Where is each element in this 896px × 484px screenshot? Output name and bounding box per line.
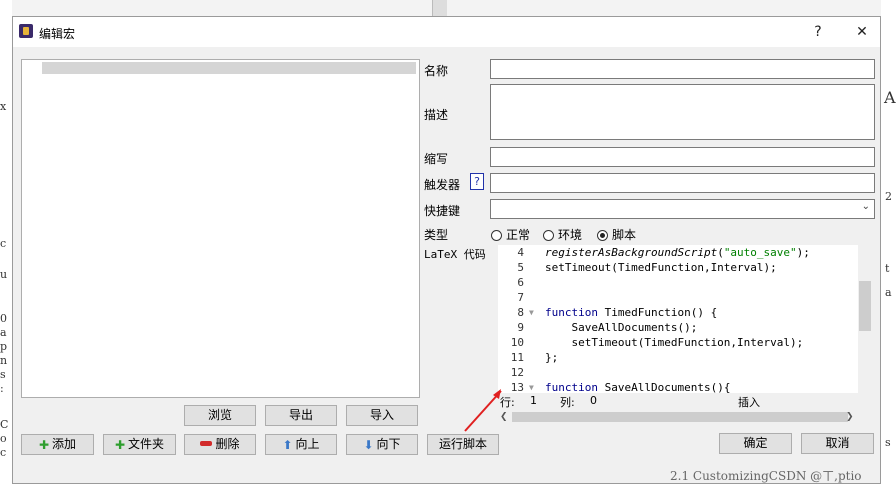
trigger-field[interactable] xyxy=(490,173,875,193)
code-line: 8 ▼ function TimedFunction() { xyxy=(498,305,842,320)
type-radio-normal[interactable]: 正常 xyxy=(491,226,530,243)
close-button[interactable]: ✕ xyxy=(852,22,872,42)
row-value: 1 xyxy=(530,394,537,407)
scroll-right-icon[interactable]: ❯ xyxy=(846,412,854,422)
description-label: 描述 xyxy=(424,108,449,122)
title-bar: 编辑宏 ? ✕ xyxy=(13,17,880,47)
trigger-help-button[interactable]: ? xyxy=(470,173,484,190)
move-up-button[interactable]: ⬆ 向上 xyxy=(265,434,337,455)
line-number: 7 xyxy=(517,291,524,304)
import-button[interactable]: 导入 xyxy=(346,405,418,426)
delete-button-label: 删除 xyxy=(215,437,240,451)
editor-horizontal-scrollbar[interactable]: ❮ ❯ xyxy=(498,409,860,425)
export-button[interactable]: 导出 xyxy=(265,405,337,426)
background-document-left: x c u 0 a p n s : C o c xyxy=(0,0,12,484)
code-line: 12 xyxy=(498,365,842,380)
line-number: 9 xyxy=(517,321,524,334)
code-line: 6 xyxy=(498,275,842,290)
line-number: 8 xyxy=(517,306,524,319)
code-text: setTimeout(TimedFunction,Interval); xyxy=(545,336,804,349)
add-button[interactable]: ✚ 添加 xyxy=(21,434,94,455)
name-label: 名称 xyxy=(424,64,449,78)
code-line: 7 xyxy=(498,290,842,305)
editor-vertical-scrollbar[interactable] xyxy=(858,245,872,393)
run-script-button[interactable]: 运行脚本 xyxy=(427,434,499,455)
list-item[interactable] xyxy=(42,62,416,74)
type-radio-label: 正常 xyxy=(506,228,531,242)
arrow-up-icon: ⬆ xyxy=(282,438,293,452)
add-folder-button-label: 文件夹 xyxy=(128,437,165,451)
minus-icon xyxy=(200,441,213,446)
line-number: 6 xyxy=(517,276,524,289)
close-icon: ✕ xyxy=(856,24,868,40)
line-number: 5 xyxy=(517,261,524,274)
description-field[interactable] xyxy=(490,84,875,140)
background-watermark: 2.1 CustomizingCSDN @ㄒ,ptio xyxy=(670,469,862,483)
code-line: 13 ▼ function SaveAllDocuments(){ xyxy=(498,380,842,393)
column-value: 0 xyxy=(590,394,597,407)
code-line: 10 setTimeout(TimedFunction,Interval); xyxy=(498,335,842,350)
editor-status-bar: 行: 1 列: 0 插入 xyxy=(498,393,858,409)
background-document-right: A 2 t a s xyxy=(881,0,896,484)
code-text: function SaveAllDocuments(){ xyxy=(545,381,731,393)
background-scrollbar xyxy=(432,0,447,16)
fold-arrow-icon[interactable]: ▼ xyxy=(529,305,534,320)
radio-icon xyxy=(543,230,554,241)
code-text: SaveAllDocuments(); xyxy=(545,321,698,334)
code-text: }; xyxy=(545,351,559,364)
line-number: 10 xyxy=(510,336,524,349)
latex-code-label: LaTeX 代码 xyxy=(424,248,486,261)
type-radio-label: 环境 xyxy=(558,228,583,242)
line-number: 11 xyxy=(510,351,524,364)
scrollbar-thumb[interactable] xyxy=(859,281,871,331)
add-folder-button[interactable]: ✚ 文件夹 xyxy=(103,434,176,455)
browse-button[interactable]: 浏览 xyxy=(184,405,256,426)
code-editor[interactable]: 4 registerAsBackgroundScript("auto_save")… xyxy=(498,245,872,393)
abbreviation-label: 缩写 xyxy=(424,152,449,166)
insert-mode-label: 插入 xyxy=(738,396,760,409)
line-number: 4 xyxy=(517,246,524,259)
code-line: 5 setTimeout(TimedFunction,Interval); xyxy=(498,260,842,275)
code-line: 9 SaveAllDocuments(); xyxy=(498,320,842,335)
name-field[interactable] xyxy=(490,59,875,79)
fold-arrow-icon[interactable]: ▼ xyxy=(529,380,534,393)
shortcut-label: 快捷键 xyxy=(424,204,461,218)
line-number: 12 xyxy=(510,366,524,379)
delete-button[interactable]: 删除 xyxy=(184,434,256,455)
arrow-down-icon: ⬇ xyxy=(363,438,374,452)
code-line: 11}; xyxy=(498,350,842,365)
cancel-button[interactable]: 取消 xyxy=(801,433,874,454)
move-up-button-label: 向上 xyxy=(295,437,320,451)
add-button-label: 添加 xyxy=(52,437,77,451)
move-down-button-label: 向下 xyxy=(376,437,401,451)
radio-icon xyxy=(491,230,502,241)
shortcut-dropdown[interactable]: ⌄ xyxy=(490,199,875,219)
plus-icon: ✚ xyxy=(114,438,126,452)
macro-list[interactable] xyxy=(21,59,420,398)
type-radio-label: 脚本 xyxy=(612,228,637,242)
radio-selected-icon xyxy=(597,230,608,241)
type-label: 类型 xyxy=(424,228,449,242)
chevron-down-icon: ⌄ xyxy=(861,201,870,212)
dialog-title: 编辑宏 xyxy=(39,27,76,41)
code-text: function TimedFunction() { xyxy=(545,306,718,319)
annotation-arrow-icon xyxy=(464,389,502,432)
type-radio-environment[interactable]: 环境 xyxy=(543,226,582,243)
type-radio-script[interactable]: 脚本 xyxy=(597,226,636,243)
column-label: 列: xyxy=(560,396,575,409)
ok-button[interactable]: 确定 xyxy=(719,433,792,454)
app-icon xyxy=(19,24,33,38)
code-text: registerAsBackgroundScript("auto_save"); xyxy=(545,246,810,259)
move-down-button[interactable]: ⬇ 向下 xyxy=(346,434,418,455)
code-text: setTimeout(TimedFunction,Interval); xyxy=(545,261,777,274)
scrollbar-thumb[interactable] xyxy=(512,412,848,422)
help-button[interactable]: ? xyxy=(808,22,828,42)
trigger-label: 触发器 xyxy=(424,178,461,192)
code-line: 4 registerAsBackgroundScript("auto_save")… xyxy=(498,245,842,260)
plus-icon: ✚ xyxy=(38,438,50,452)
abbreviation-field[interactable] xyxy=(490,147,875,167)
